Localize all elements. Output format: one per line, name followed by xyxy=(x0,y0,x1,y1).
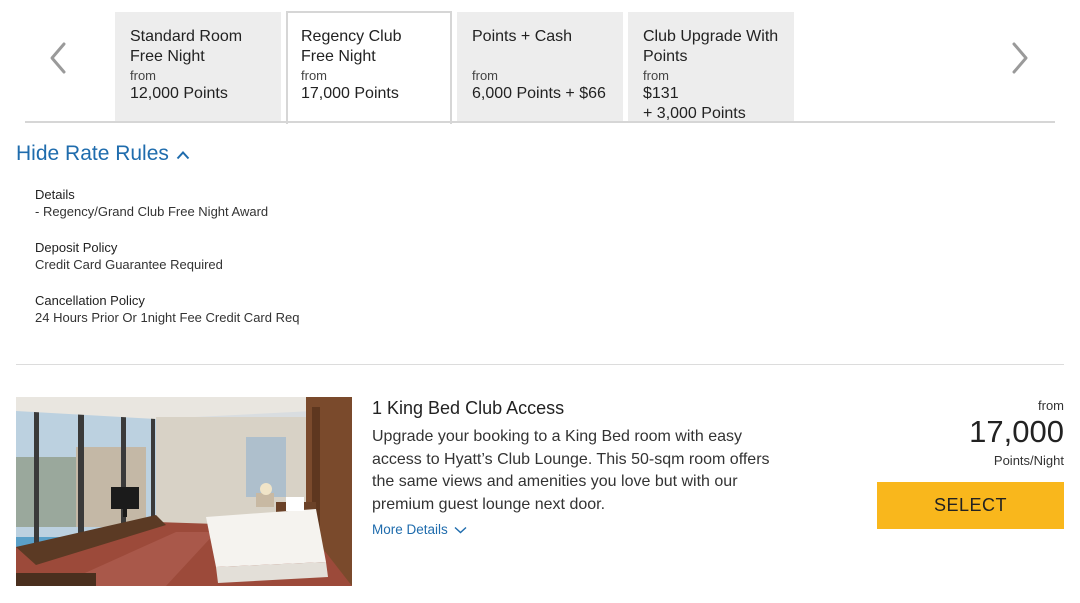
chevron-down-icon xyxy=(448,522,467,537)
tab-from-label: from xyxy=(643,68,669,83)
price-unit: Points/Night xyxy=(993,453,1064,468)
select-button[interactable]: SELECT xyxy=(877,482,1064,529)
section-divider xyxy=(16,364,1064,365)
more-details-link[interactable]: More Details xyxy=(372,522,467,537)
rule-details: Details - Regency/Grand Club Free Night … xyxy=(35,186,268,220)
chevron-right-icon[interactable] xyxy=(1004,36,1034,80)
chevron-left-icon[interactable] xyxy=(44,36,74,80)
room-title: 1 King Bed Club Access xyxy=(372,398,565,418)
rate-tab-standard-room-free-night[interactable]: Standard Room Free Night from 12,000 Poi… xyxy=(115,12,281,122)
rule-deposit-policy: Deposit Policy Credit Card Guarantee Req… xyxy=(35,239,223,273)
tab-price: $131 + 3,000 Points xyxy=(643,85,746,122)
room-description: Upgrade your booking to a King Bed room … xyxy=(372,428,770,513)
tab-price: 17,000 Points xyxy=(301,85,399,102)
rate-tab-regency-club-free-night[interactable]: Regency Club Free Night from 17,000 Poin… xyxy=(286,11,452,124)
tab-from-label: from xyxy=(301,68,327,83)
hide-rate-rules-toggle[interactable]: Hide Rate Rules xyxy=(16,142,190,166)
tab-price: 6,000 Points + $66 xyxy=(472,85,606,102)
rate-tab-club-upgrade-with-points[interactable]: Club Upgrade With Points from $131 + 3,0… xyxy=(628,12,794,122)
rule-heading: Deposit Policy xyxy=(35,240,118,255)
price-value: 17,000 xyxy=(969,414,1064,449)
tab-from-label: from xyxy=(472,68,498,83)
tab-title: Club Upgrade With Points xyxy=(643,28,779,65)
room-photo[interactable] xyxy=(16,397,352,586)
more-details-label: More Details xyxy=(372,522,448,537)
rule-text: - Regency/Grand Club Free Night Award xyxy=(35,204,269,219)
rule-cancellation-policy: Cancellation Policy 24 Hours Prior Or 1n… xyxy=(35,292,299,326)
tab-title: Points + Cash xyxy=(472,28,573,45)
rule-text: Credit Card Guarantee Required xyxy=(35,257,223,272)
rule-heading: Details xyxy=(35,187,75,202)
rule-text: 24 Hours Prior Or 1night Fee Credit Card… xyxy=(35,310,300,325)
tab-title: Standard Room Free Night xyxy=(130,28,243,65)
tab-title: Regency Club Free Night xyxy=(301,28,402,65)
rules-toggle-label: Hide Rate Rules xyxy=(16,142,169,165)
rule-heading: Cancellation Policy xyxy=(35,293,145,308)
rate-tabs-strip: Standard Room Free Night from 12,000 Poi… xyxy=(0,0,1080,124)
tabs-baseline xyxy=(25,121,1055,123)
rate-tab-points-plus-cash[interactable]: Points + Cash from 6,000 Points + $66 xyxy=(457,12,623,122)
tab-from-label: from xyxy=(130,68,156,83)
price-from-label: from xyxy=(1038,398,1064,413)
tab-price: 12,000 Points xyxy=(130,85,228,102)
chevron-up-icon xyxy=(169,142,190,166)
